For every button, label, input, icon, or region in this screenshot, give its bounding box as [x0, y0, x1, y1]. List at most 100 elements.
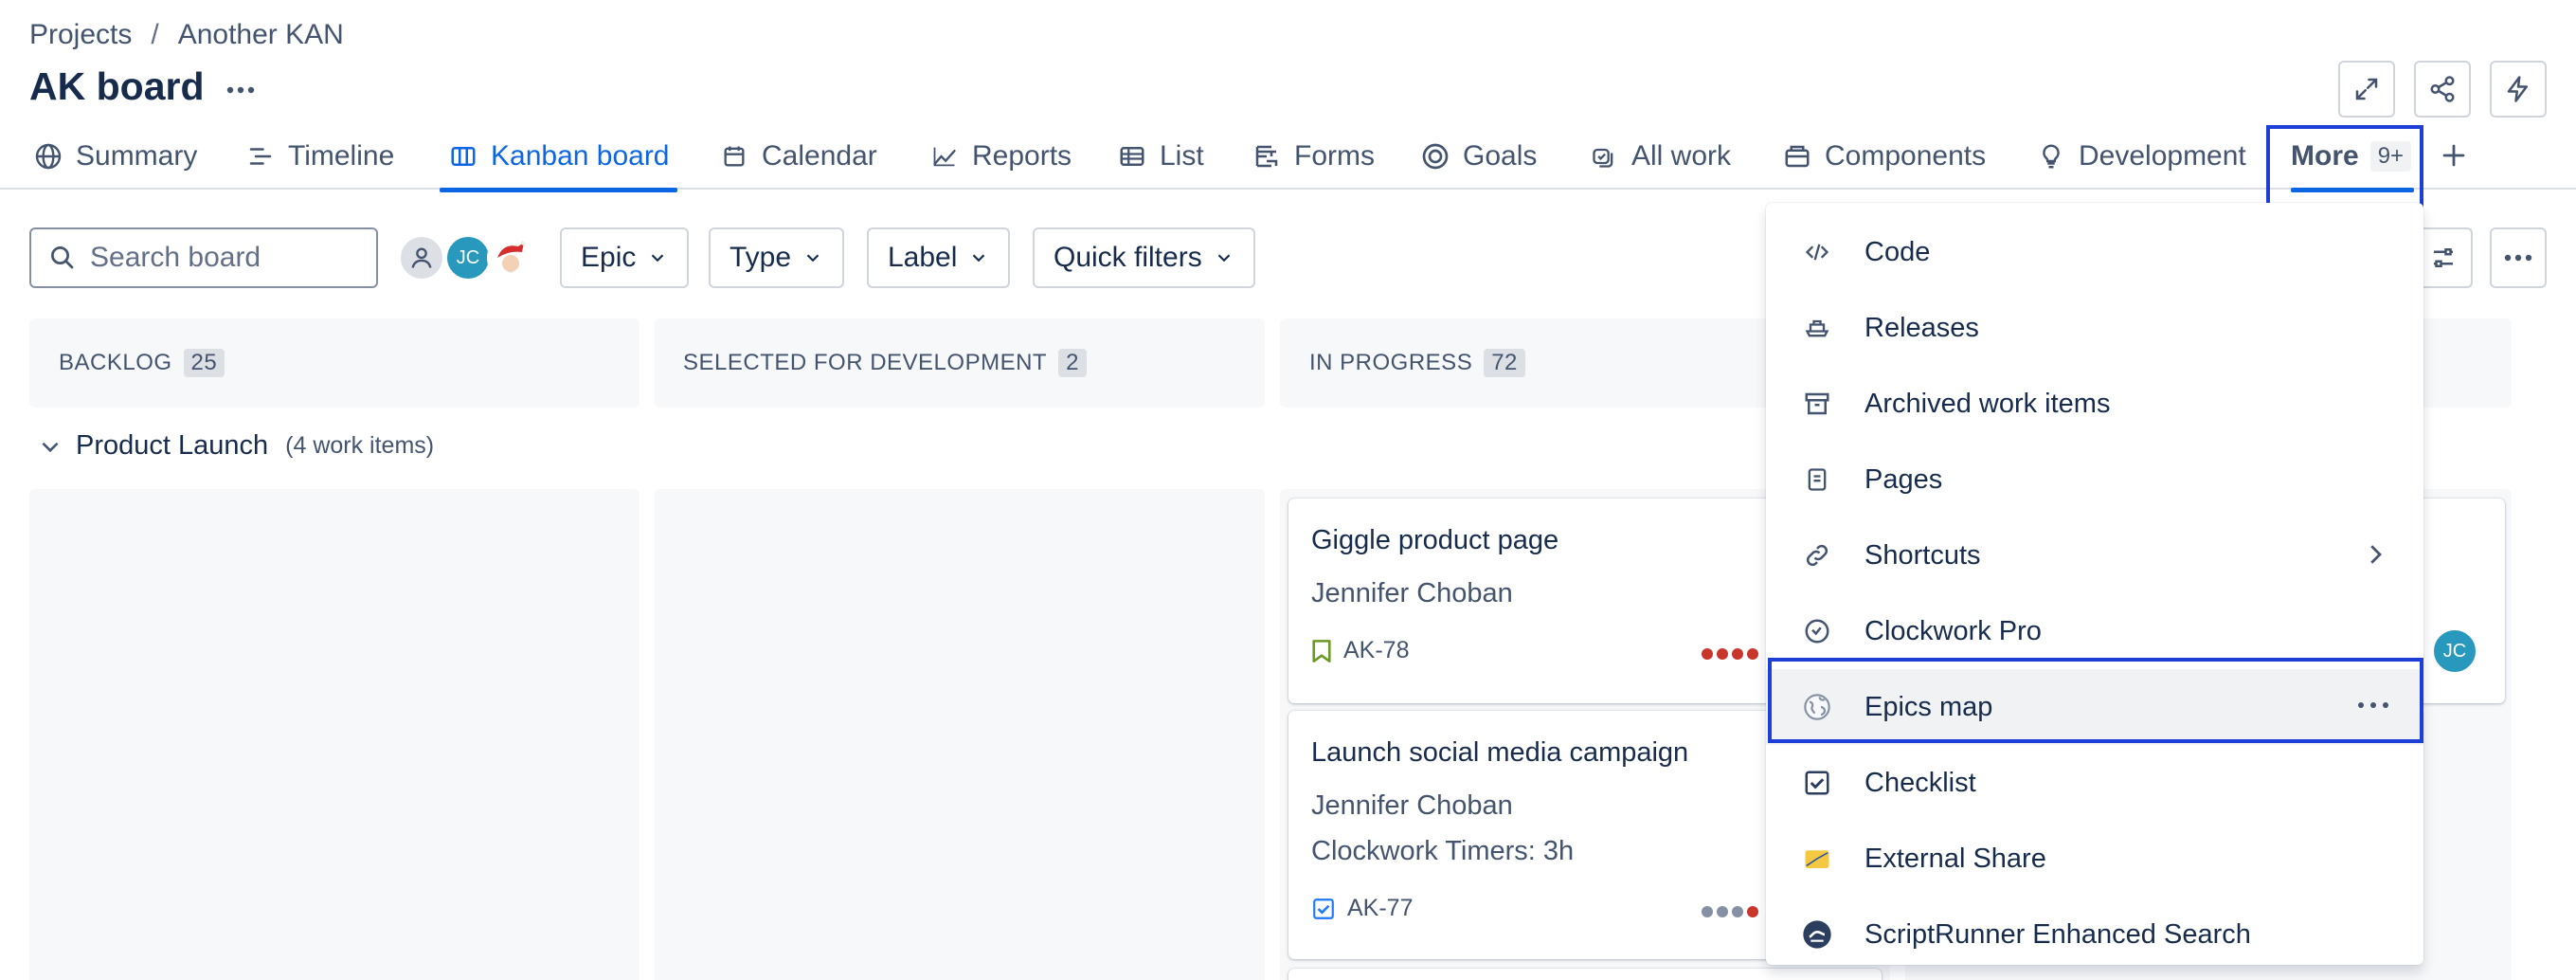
- add-tab-button[interactable]: [2433, 135, 2475, 176]
- menu-item-shortcuts[interactable]: Shortcuts: [1766, 517, 2423, 593]
- menu-item-code[interactable]: Code: [1766, 214, 2423, 290]
- swimlane-name: Product Launch: [76, 430, 269, 461]
- menu-item-scriptrunner[interactable]: ScriptRunner Enhanced Search: [1766, 897, 2423, 972]
- type-filter-button[interactable]: Type: [709, 227, 845, 288]
- fullscreen-button[interactable]: [2338, 61, 2395, 118]
- label-filter-button[interactable]: Label: [867, 227, 1011, 288]
- column-name: BACKLOG: [59, 350, 172, 375]
- view-settings-button[interactable]: [2416, 227, 2473, 288]
- chevron-down-icon: [973, 254, 985, 263]
- card-key-row: AK-77: [1311, 895, 1413, 922]
- tab-forms[interactable]: Forms: [1251, 123, 1375, 190]
- swimlane-header[interactable]: Product Launch (4 work items): [38, 430, 434, 462]
- menu-item-label: Checklist: [1864, 767, 1976, 798]
- calendar-icon: [718, 140, 750, 172]
- card-key[interactable]: AK-78: [1343, 637, 1409, 664]
- tab-timeline[interactable]: Timeline: [244, 123, 394, 190]
- tab-label: Forms: [1294, 140, 1375, 172]
- search-board-input[interactable]: [29, 227, 378, 288]
- tab-label: Calendar: [762, 140, 877, 172]
- plus-icon: [2442, 144, 2465, 167]
- column-name: SELECTED FOR DEVELOPMENT: [683, 350, 1048, 375]
- avatar[interactable]: JC: [444, 234, 492, 281]
- menu-item-pages[interactable]: Pages: [1766, 442, 2423, 517]
- menu-item-label: Releases: [1864, 312, 1979, 343]
- all-work-icon: [1588, 140, 1620, 172]
- tab-goals[interactable]: Goals: [1419, 123, 1537, 190]
- timeline-icon: [244, 140, 277, 172]
- project-tabs: Summary Timeline Kanban board Calendar R…: [0, 123, 2576, 192]
- tab-list[interactable]: List: [1116, 123, 1204, 190]
- code-icon: [1802, 237, 1832, 267]
- menu-item-label: Shortcuts: [1864, 539, 1981, 571]
- column-header-in-progress: IN PROGRESS 72: [1309, 318, 1525, 408]
- card-assignee: Jennifer Choban: [1311, 790, 1513, 821]
- tab-label: List: [1160, 140, 1204, 172]
- tab-label: Development: [2079, 140, 2246, 172]
- chevron-down-icon: [1217, 254, 1230, 263]
- more-tab-highlight: [2266, 125, 2423, 210]
- breadcrumb-project-link[interactable]: Another KAN: [178, 19, 344, 51]
- tab-label: Kanban board: [491, 140, 670, 172]
- expand-icon: [2355, 78, 2378, 100]
- card-assignee: Jennifer Choban: [1311, 578, 1513, 608]
- menu-item-label: External Share: [1864, 843, 2046, 874]
- filter-label: Label: [888, 242, 958, 273]
- breadcrumb-projects-link[interactable]: Projects: [29, 19, 132, 51]
- tab-kanban-board[interactable]: Kanban board: [440, 123, 676, 192]
- tab-development[interactable]: Development: [2035, 123, 2246, 190]
- page-title: AK board: [29, 64, 205, 108]
- menu-item-label: Code: [1864, 236, 1931, 267]
- tab-components[interactable]: Components: [1781, 123, 1986, 190]
- story-bookmark-icon: [1312, 639, 1331, 662]
- automation-button[interactable]: [2490, 61, 2547, 118]
- tab-calendar[interactable]: Calendar: [718, 123, 877, 190]
- menu-item-releases[interactable]: Releases: [1766, 290, 2423, 366]
- column-header-backlog: BACKLOG 25: [59, 318, 225, 408]
- checkbox-icon: [1802, 768, 1832, 798]
- menu-item-label: Archived work items: [1864, 388, 2111, 419]
- menu-item-checklist[interactable]: Checklist: [1766, 745, 2423, 821]
- card-key[interactable]: AK-77: [1347, 895, 1413, 922]
- globe-icon: [32, 140, 64, 172]
- tab-reports[interactable]: Reports: [928, 123, 1072, 190]
- quick-filters-button[interactable]: Quick filters: [1033, 227, 1255, 288]
- epics-map-highlight: [1768, 658, 2423, 743]
- selected-column: [655, 489, 1265, 980]
- link-icon: [1802, 540, 1832, 571]
- column-count: 25: [183, 349, 225, 377]
- card-avatar: JC: [2431, 627, 2478, 675]
- tab-label: Reports: [972, 140, 1072, 172]
- board-icon: [447, 140, 479, 172]
- forms-icon: [1251, 140, 1283, 172]
- menu-item-label: Pages: [1864, 463, 1943, 495]
- epic-filter-button[interactable]: Epic: [560, 227, 690, 288]
- scriptrunner-icon: [1802, 919, 1832, 950]
- board-more-actions-button[interactable]: [220, 74, 261, 106]
- person-icon: [411, 247, 432, 268]
- column-header-selected: SELECTED FOR DEVELOPMENT 2: [683, 318, 1087, 408]
- breadcrumb-separator: /: [151, 19, 159, 50]
- chart-icon: [928, 140, 961, 172]
- chevron-down-icon: [652, 254, 664, 263]
- clock-icon: [1802, 616, 1832, 646]
- menu-item-external-share[interactable]: External Share: [1766, 821, 2423, 897]
- column-count: 72: [1484, 349, 1525, 377]
- board-options-button[interactable]: [2490, 227, 2547, 288]
- tab-label: Summary: [76, 140, 198, 172]
- card-title: Launch social media campaign: [1311, 737, 1689, 768]
- priority-icon: [1702, 906, 1758, 917]
- share-button[interactable]: [2414, 61, 2471, 118]
- menu-item-archived-work-items[interactable]: Archived work items: [1766, 366, 2423, 442]
- tab-all-work[interactable]: All work: [1588, 123, 1731, 190]
- ship-icon: [1802, 313, 1832, 343]
- search-field[interactable]: [90, 242, 355, 274]
- tab-label: Components: [1825, 140, 1987, 172]
- unassigned-avatar[interactable]: [398, 234, 445, 281]
- list-icon: [1116, 140, 1148, 172]
- search-icon: [51, 246, 74, 269]
- chevron-down-icon: [806, 254, 820, 263]
- tab-summary[interactable]: Summary: [32, 123, 197, 190]
- santa-avatar[interactable]: [487, 234, 534, 281]
- column-count: 2: [1058, 349, 1087, 377]
